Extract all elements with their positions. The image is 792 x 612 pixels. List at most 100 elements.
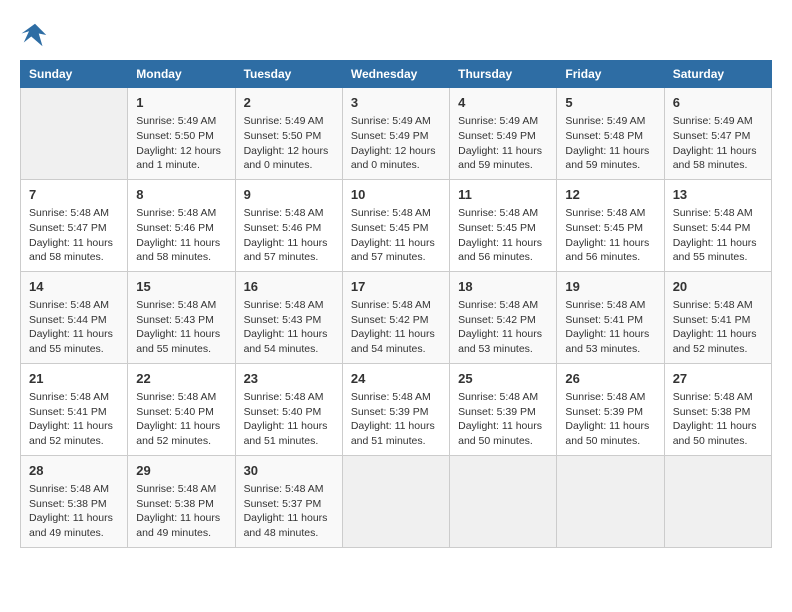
calendar-cell: 22Sunrise: 5:48 AM Sunset: 5:40 PM Dayli… <box>128 363 235 455</box>
calendar-cell: 28 Sunrise: 5:48 AM Sunset: 5:38 PM Dayli… <box>21 455 128 547</box>
day-number: 4 <box>458 94 548 112</box>
day-info: Sunrise: 5:48 AM Sunset: 5:42 PM Dayligh… <box>351 298 441 357</box>
day-info: Sunrise: 5:48 AM Sunset: 5:46 PM Dayligh… <box>136 206 226 265</box>
week-row-4: 28 Sunrise: 5:48 AM Sunset: 5:38 PM Dayli… <box>21 455 772 547</box>
calendar-cell: 24 Sunrise: 5:48 AM Sunset: 5:39 PM Dayli… <box>342 363 449 455</box>
day-number: 10 <box>351 186 441 204</box>
day-info: Sunrise: 5:48 AM Sunset: 5:41 PM Dayligh… <box>29 390 119 449</box>
calendar-cell: 27Sunrise: 5:48 AM Sunset: 5:38 PM Dayli… <box>664 363 771 455</box>
day-number: 11 <box>458 186 548 204</box>
calendar-cell: 2Sunrise: 5:49 AM Sunset: 5:50 PM Daylig… <box>235 88 342 180</box>
day-info: Sunrise: 5:49 AM Sunset: 5:47 PM Dayligh… <box>673 114 763 173</box>
header-cell-thursday: Thursday <box>450 61 557 88</box>
calendar-cell <box>557 455 664 547</box>
day-info: Sunrise: 5:48 AM Sunset: 5:38 PM Dayligh… <box>29 482 119 541</box>
logo-icon <box>20 20 50 50</box>
calendar-cell: 15 Sunrise: 5:48 AM Sunset: 5:43 PM Dayli… <box>128 271 235 363</box>
day-info: Sunrise: 5:48 AM Sunset: 5:40 PM Dayligh… <box>244 390 334 449</box>
calendar-cell: 17 Sunrise: 5:48 AM Sunset: 5:42 PM Dayli… <box>342 271 449 363</box>
day-number: 23 <box>244 370 334 388</box>
day-info: Sunrise: 5:48 AM Sunset: 5:39 PM Dayligh… <box>458 390 548 449</box>
calendar-cell: 3 Sunrise: 5:49 AM Sunset: 5:49 PM Daylig… <box>342 88 449 180</box>
page-header <box>20 20 772 50</box>
day-info: Sunrise: 5:48 AM Sunset: 5:42 PM Dayligh… <box>458 298 548 357</box>
day-info: Sunrise: 5:48 AM Sunset: 5:45 PM Dayligh… <box>565 206 655 265</box>
day-number: 28 <box>29 462 119 480</box>
calendar-cell <box>21 88 128 180</box>
day-info: Sunrise: 5:48 AM Sunset: 5:47 PM Dayligh… <box>29 206 119 265</box>
calendar-cell: 7 Sunrise: 5:48 AM Sunset: 5:47 PM Daylig… <box>21 179 128 271</box>
calendar-cell: 11 Sunrise: 5:48 AM Sunset: 5:45 PM Dayli… <box>450 179 557 271</box>
day-number: 30 <box>244 462 334 480</box>
header-cell-tuesday: Tuesday <box>235 61 342 88</box>
day-number: 8 <box>136 186 226 204</box>
day-number: 17 <box>351 278 441 296</box>
day-number: 18 <box>458 278 548 296</box>
day-info: Sunrise: 5:48 AM Sunset: 5:38 PM Dayligh… <box>136 482 226 541</box>
day-info: Sunrise: 5:48 AM Sunset: 5:44 PM Dayligh… <box>29 298 119 357</box>
day-info: Sunrise: 5:49 AM Sunset: 5:49 PM Dayligh… <box>458 114 548 173</box>
week-row-2: 14 Sunrise: 5:48 AM Sunset: 5:44 PM Dayli… <box>21 271 772 363</box>
day-info: Sunrise: 5:48 AM Sunset: 5:43 PM Dayligh… <box>244 298 334 357</box>
day-info: Sunrise: 5:48 AM Sunset: 5:44 PM Dayligh… <box>673 206 763 265</box>
calendar-cell: 6 Sunrise: 5:49 AM Sunset: 5:47 PM Daylig… <box>664 88 771 180</box>
calendar-cell: 18 Sunrise: 5:48 AM Sunset: 5:42 PM Dayli… <box>450 271 557 363</box>
day-number: 24 <box>351 370 441 388</box>
logo <box>20 20 54 50</box>
calendar-cell <box>450 455 557 547</box>
day-number: 13 <box>673 186 763 204</box>
calendar-cell: 5 Sunrise: 5:49 AM Sunset: 5:48 PM Daylig… <box>557 88 664 180</box>
day-number: 16 <box>244 278 334 296</box>
calendar-cell: 20 Sunrise: 5:48 AM Sunset: 5:41 PM Dayli… <box>664 271 771 363</box>
header-row: SundayMondayTuesdayWednesdayThursdayFrid… <box>21 61 772 88</box>
day-number: 5 <box>565 94 655 112</box>
day-number: 3 <box>351 94 441 112</box>
calendar-cell <box>664 455 771 547</box>
calendar-cell: 9 Sunrise: 5:48 AM Sunset: 5:46 PM Daylig… <box>235 179 342 271</box>
day-info: Sunrise: 5:48 AM Sunset: 5:43 PM Dayligh… <box>136 298 226 357</box>
day-number: 22 <box>136 370 226 388</box>
calendar-cell: 10 Sunrise: 5:48 AM Sunset: 5:45 PM Dayli… <box>342 179 449 271</box>
calendar-cell: 30 Sunrise: 5:48 AM Sunset: 5:37 PM Dayli… <box>235 455 342 547</box>
day-number: 9 <box>244 186 334 204</box>
day-info: Sunrise: 5:48 AM Sunset: 5:41 PM Dayligh… <box>673 298 763 357</box>
day-info: Sunrise: 5:48 AM Sunset: 5:45 PM Dayligh… <box>351 206 441 265</box>
calendar-cell: 21Sunrise: 5:48 AM Sunset: 5:41 PM Dayli… <box>21 363 128 455</box>
day-info: Sunrise: 5:48 AM Sunset: 5:37 PM Dayligh… <box>244 482 334 541</box>
day-number: 26 <box>565 370 655 388</box>
day-info: Sunrise: 5:48 AM Sunset: 5:39 PM Dayligh… <box>565 390 655 449</box>
day-number: 6 <box>673 94 763 112</box>
day-number: 20 <box>673 278 763 296</box>
day-info: Sunrise: 5:48 AM Sunset: 5:46 PM Dayligh… <box>244 206 334 265</box>
calendar-cell: 14 Sunrise: 5:48 AM Sunset: 5:44 PM Dayli… <box>21 271 128 363</box>
day-info: Sunrise: 5:49 AM Sunset: 5:49 PM Dayligh… <box>351 114 441 173</box>
day-number: 25 <box>458 370 548 388</box>
day-number: 19 <box>565 278 655 296</box>
day-info: Sunrise: 5:49 AM Sunset: 5:50 PM Dayligh… <box>136 114 226 173</box>
day-info: Sunrise: 5:49 AM Sunset: 5:48 PM Dayligh… <box>565 114 655 173</box>
calendar-header: SundayMondayTuesdayWednesdayThursdayFrid… <box>21 61 772 88</box>
day-info: Sunrise: 5:48 AM Sunset: 5:45 PM Dayligh… <box>458 206 548 265</box>
calendar-cell: 16 Sunrise: 5:48 AM Sunset: 5:43 PM Dayli… <box>235 271 342 363</box>
calendar-body: 1 Sunrise: 5:49 AM Sunset: 5:50 PM Daylig… <box>21 88 772 548</box>
calendar-cell: 19 Sunrise: 5:48 AM Sunset: 5:41 PM Dayli… <box>557 271 664 363</box>
calendar-table: SundayMondayTuesdayWednesdayThursdayFrid… <box>20 60 772 548</box>
calendar-cell: 29Sunrise: 5:48 AM Sunset: 5:38 PM Dayli… <box>128 455 235 547</box>
day-info: Sunrise: 5:48 AM Sunset: 5:41 PM Dayligh… <box>565 298 655 357</box>
day-number: 15 <box>136 278 226 296</box>
week-row-1: 7 Sunrise: 5:48 AM Sunset: 5:47 PM Daylig… <box>21 179 772 271</box>
day-info: Sunrise: 5:49 AM Sunset: 5:50 PM Dayligh… <box>244 114 334 173</box>
header-cell-monday: Monday <box>128 61 235 88</box>
week-row-0: 1 Sunrise: 5:49 AM Sunset: 5:50 PM Daylig… <box>21 88 772 180</box>
calendar-cell: 13 Sunrise: 5:48 AM Sunset: 5:44 PM Dayli… <box>664 179 771 271</box>
day-info: Sunrise: 5:48 AM Sunset: 5:38 PM Dayligh… <box>673 390 763 449</box>
day-number: 7 <box>29 186 119 204</box>
calendar-cell: 12Sunrise: 5:48 AM Sunset: 5:45 PM Dayli… <box>557 179 664 271</box>
day-number: 14 <box>29 278 119 296</box>
header-cell-sunday: Sunday <box>21 61 128 88</box>
day-number: 1 <box>136 94 226 112</box>
calendar-cell: 4 Sunrise: 5:49 AM Sunset: 5:49 PM Daylig… <box>450 88 557 180</box>
day-info: Sunrise: 5:48 AM Sunset: 5:39 PM Dayligh… <box>351 390 441 449</box>
calendar-cell: 26 Sunrise: 5:48 AM Sunset: 5:39 PM Dayli… <box>557 363 664 455</box>
header-cell-wednesday: Wednesday <box>342 61 449 88</box>
